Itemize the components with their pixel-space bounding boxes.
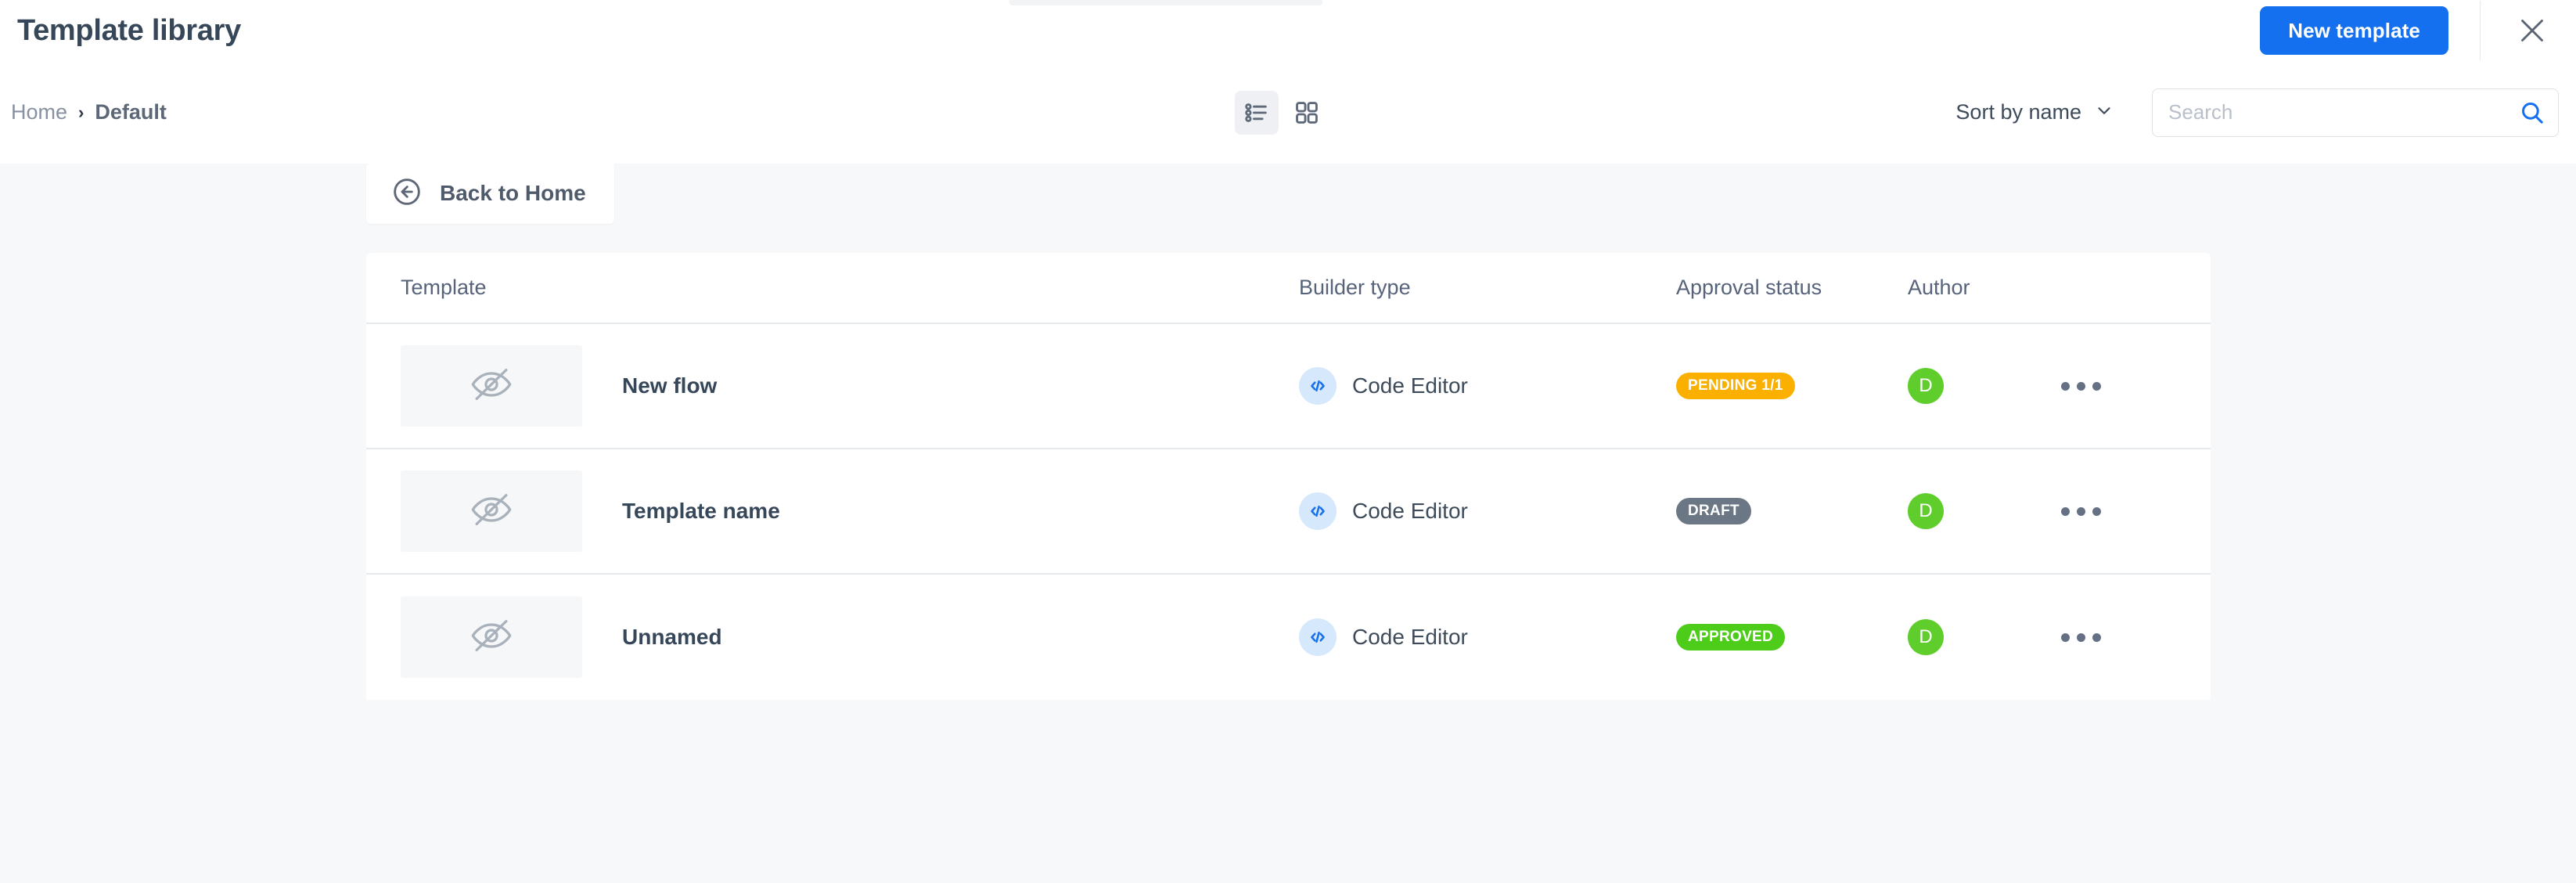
header-actions: New template bbox=[2260, 0, 2576, 61]
template-name[interactable]: New flow bbox=[622, 373, 717, 398]
grid-view-button[interactable] bbox=[1285, 91, 1329, 135]
avatar[interactable]: D bbox=[1908, 368, 1944, 404]
cell-builder-type: Code Editor bbox=[1299, 618, 1676, 656]
eye-off-icon bbox=[469, 487, 514, 536]
top-header-bar: Template library New template bbox=[0, 0, 2576, 61]
breadcrumb-chevron-icon: › bbox=[78, 102, 85, 122]
table-row[interactable]: New flow Code Editor PENDING 1/1 D bbox=[366, 324, 2211, 449]
table-header-row: Template Builder type Approval status Au… bbox=[366, 253, 2211, 324]
table-row[interactable]: Template name Code Editor DRAFT D bbox=[366, 449, 2211, 575]
search-input[interactable] bbox=[2152, 88, 2559, 137]
cell-author: D bbox=[1908, 619, 2053, 655]
more-horizontal-icon[interactable] bbox=[2053, 622, 2109, 653]
cell-approval-status: APPROVED bbox=[1676, 624, 1908, 651]
cell-author: D bbox=[1908, 368, 2053, 404]
template-name[interactable]: Unnamed bbox=[622, 625, 722, 650]
status-badge: APPROVED bbox=[1676, 624, 1786, 651]
builder-type-label: Code Editor bbox=[1352, 499, 1468, 523]
eye-off-icon bbox=[469, 613, 514, 662]
column-label-template: Template bbox=[401, 276, 487, 299]
cell-author: D bbox=[1908, 493, 2053, 529]
sort-by-dropdown[interactable]: Sort by name bbox=[1955, 100, 2114, 124]
cell-actions bbox=[2053, 496, 2211, 527]
template-thumbnail[interactable] bbox=[401, 470, 582, 552]
template-library-page: Template library New template Home › Def… bbox=[0, 0, 2576, 883]
avatar[interactable]: D bbox=[1908, 493, 1944, 529]
template-thumbnail[interactable] bbox=[401, 345, 582, 427]
status-badge: PENDING 1/1 bbox=[1676, 373, 1795, 399]
column-label-approval-status: Approval status bbox=[1676, 276, 1822, 299]
column-header-author: Author bbox=[1908, 276, 2053, 300]
builder-type-label: Code Editor bbox=[1352, 373, 1468, 398]
breadcrumb-item-default[interactable]: Default bbox=[95, 100, 167, 124]
back-to-home-button[interactable]: Back to Home bbox=[366, 163, 614, 224]
back-to-home-label: Back to Home bbox=[440, 181, 586, 205]
avatar[interactable]: D bbox=[1908, 619, 1944, 655]
view-mode-toggle bbox=[1235, 90, 1329, 135]
status-badge: DRAFT bbox=[1676, 498, 1751, 524]
table-row[interactable]: Unnamed Code Editor APPROVED D bbox=[366, 575, 2211, 700]
new-template-button[interactable]: New template bbox=[2260, 6, 2448, 55]
cell-approval-status: DRAFT bbox=[1676, 498, 1908, 524]
header-divider bbox=[2480, 1, 2481, 60]
more-horizontal-icon[interactable] bbox=[2053, 371, 2109, 402]
chevron-down-icon bbox=[2094, 100, 2114, 124]
code-icon bbox=[1299, 618, 1337, 656]
column-header-builder-type: Builder type bbox=[1299, 276, 1676, 300]
toolbar-right-controls: Sort by name bbox=[1955, 88, 2559, 137]
column-header-approval-status: Approval status bbox=[1676, 276, 1908, 300]
cell-actions bbox=[2053, 622, 2211, 653]
cell-template: Template name bbox=[366, 470, 1299, 552]
cell-approval-status: PENDING 1/1 bbox=[1676, 373, 1908, 399]
search-field bbox=[2152, 88, 2559, 137]
templates-table: Template Builder type Approval status Au… bbox=[366, 253, 2211, 700]
builder-type-label: Code Editor bbox=[1352, 625, 1468, 649]
table-body: New flow Code Editor PENDING 1/1 D Templ… bbox=[366, 324, 2211, 700]
cell-template: New flow bbox=[366, 345, 1299, 427]
cell-actions bbox=[2053, 371, 2211, 402]
breadcrumb: Home › Default bbox=[11, 100, 167, 124]
more-horizontal-icon[interactable] bbox=[2053, 496, 2109, 527]
toolbar: Home › Default Sort by name Search bbox=[0, 61, 2576, 164]
close-icon[interactable] bbox=[2509, 7, 2556, 54]
cell-builder-type: Code Editor bbox=[1299, 492, 1676, 530]
sort-by-label: Sort by name bbox=[1955, 100, 2081, 124]
search-icon[interactable] bbox=[2517, 97, 2548, 128]
code-icon bbox=[1299, 367, 1337, 405]
column-label-author: Author bbox=[1908, 276, 1970, 299]
list-view-button[interactable] bbox=[1235, 90, 1279, 135]
code-icon bbox=[1299, 492, 1337, 530]
cell-builder-type: Code Editor bbox=[1299, 367, 1676, 405]
cell-template: Unnamed bbox=[366, 596, 1299, 678]
eye-off-icon bbox=[469, 362, 514, 411]
template-name[interactable]: Template name bbox=[622, 499, 780, 524]
column-label-builder-type: Builder type bbox=[1299, 276, 1411, 299]
breadcrumb-item-home[interactable]: Home bbox=[11, 100, 67, 124]
page-title: Template library bbox=[17, 14, 241, 47]
top-edge-overlay-strip bbox=[1009, 0, 1322, 5]
arrow-circle-left-icon bbox=[391, 176, 423, 211]
template-thumbnail[interactable] bbox=[401, 596, 582, 678]
column-header-template: Template bbox=[366, 276, 1299, 300]
